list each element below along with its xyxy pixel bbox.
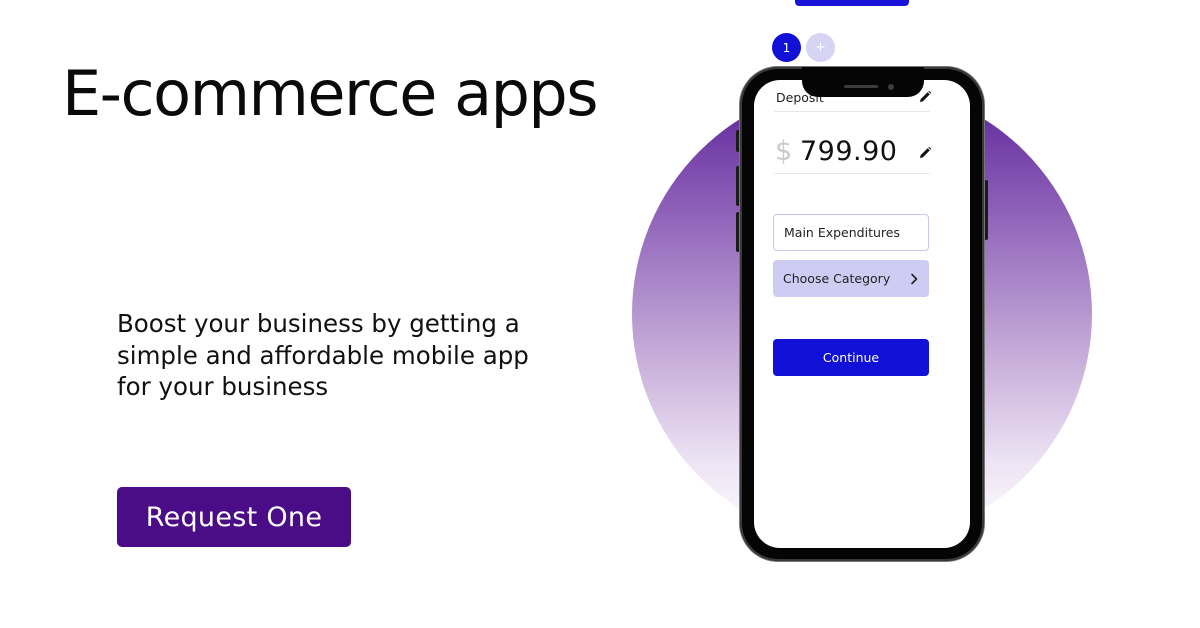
expenditures-field[interactable]: Main Expenditures — [773, 214, 929, 251]
add-step-button[interactable]: + — [806, 33, 835, 62]
phone-speaker — [844, 85, 878, 88]
step-indicator-1[interactable]: 1 — [772, 33, 801, 62]
plus-icon: + — [815, 40, 826, 55]
chevron-right-icon — [911, 273, 918, 284]
currency-symbol: $ — [775, 136, 793, 167]
continue-button[interactable]: Continue — [773, 339, 929, 376]
phone-power-button — [984, 180, 988, 240]
phone-screen: Deposit $ 799.90 Main Expenditures Choos… — [754, 80, 970, 548]
expenditures-field-value: Main Expenditures — [784, 225, 900, 240]
divider — [774, 173, 930, 174]
step-1-label: 1 — [782, 40, 791, 55]
amount-value[interactable]: 799.90 — [800, 136, 897, 167]
page-title: E-commerce apps — [62, 57, 599, 130]
choose-category-label: Choose Category — [783, 271, 891, 286]
choose-category-button[interactable]: Choose Category — [773, 260, 929, 297]
pencil-icon[interactable] — [918, 90, 932, 104]
divider — [774, 111, 930, 112]
hero-subtitle: Boost your business by getting a simple … — [117, 309, 529, 401]
pencil-icon[interactable] — [918, 146, 932, 160]
cropped-top-button[interactable] — [795, 0, 909, 6]
phone-camera — [888, 84, 894, 90]
phone-notch — [802, 67, 924, 97]
request-one-button[interactable]: Request One — [117, 487, 351, 547]
